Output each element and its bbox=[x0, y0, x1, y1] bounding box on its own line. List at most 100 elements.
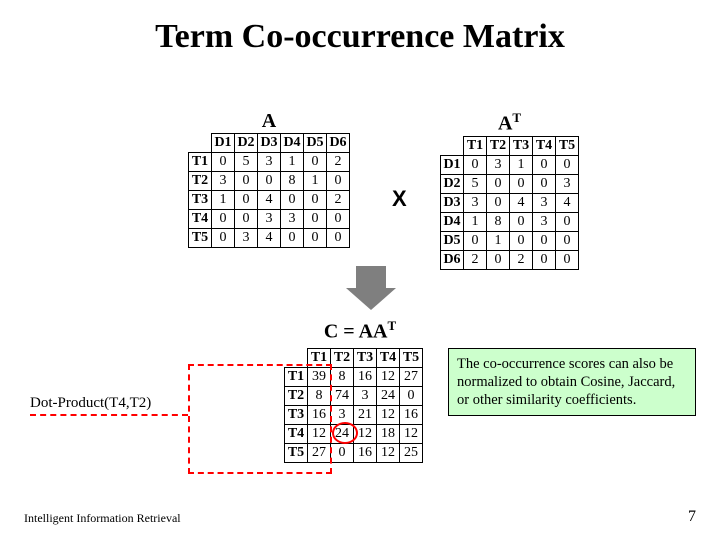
matrix-a-cell: 3 bbox=[258, 210, 281, 229]
matrix-at-row-header: D6 bbox=[441, 250, 464, 269]
matrix-a-cell: 1 bbox=[281, 153, 304, 172]
matrix-at-cell: 0 bbox=[533, 155, 556, 174]
matrix-a-cell: 0 bbox=[235, 191, 258, 210]
matrix-at-cell: 0 bbox=[487, 174, 510, 193]
matrix-c-cell: 21 bbox=[354, 406, 377, 425]
matrix-at-cell: 0 bbox=[533, 174, 556, 193]
slide: Term Co-occurrence Matrix A D1D2D3D4D5D6… bbox=[0, 0, 720, 540]
matrix-c-cell: 18 bbox=[377, 425, 400, 444]
matrix-c-row-header: T3 bbox=[285, 406, 308, 425]
matrix-at-cell: 0 bbox=[464, 155, 487, 174]
matrix-at-cell: 1 bbox=[487, 231, 510, 250]
matrix-at-row-header: D3 bbox=[441, 193, 464, 212]
matrix-at-cell: 4 bbox=[510, 193, 533, 212]
matrix-a-cell: 0 bbox=[304, 191, 327, 210]
matrix-at-cell: 1 bbox=[510, 155, 533, 174]
matrix-at-cell: 0 bbox=[533, 250, 556, 269]
matrix-a-cell: 8 bbox=[281, 172, 304, 191]
matrix-c-col-header: T1 bbox=[308, 349, 331, 368]
matrix-at-col-header: T4 bbox=[533, 136, 556, 155]
matrix-c-cell: 24 bbox=[377, 387, 400, 406]
matrix-at-cell: 0 bbox=[510, 231, 533, 250]
matrix-c-cell: 12 bbox=[377, 368, 400, 387]
matrix-c-label: C = AAT bbox=[0, 318, 720, 344]
matrix-at-table: T1T2T3T4T5D103100D250003D330434D418030D5… bbox=[440, 136, 579, 270]
matrix-a-cell: 3 bbox=[258, 153, 281, 172]
matrix-at-cell: 0 bbox=[533, 231, 556, 250]
matrix-at-cell: 3 bbox=[487, 155, 510, 174]
dot-product-connector bbox=[30, 414, 188, 416]
matrix-a-cell: 3 bbox=[212, 172, 235, 191]
note-box: The co-occurrence scores can also be nor… bbox=[448, 348, 696, 416]
matrix-a-cell: 0 bbox=[258, 172, 281, 191]
matrix-a-col-header: D4 bbox=[281, 134, 304, 153]
matrix-at-cell: 0 bbox=[510, 212, 533, 231]
matrix-at-row-header: D2 bbox=[441, 174, 464, 193]
matrix-a-cell: 2 bbox=[327, 191, 350, 210]
matrix-a-row-header: T4 bbox=[189, 210, 212, 229]
matrix-c-cell: 25 bbox=[400, 444, 423, 463]
matrix-c-corner bbox=[285, 349, 308, 368]
matrix-at-corner bbox=[441, 136, 464, 155]
matrix-at-cell: 3 bbox=[464, 193, 487, 212]
matrix-c-col-header: T5 bbox=[400, 349, 423, 368]
matrix-a-cell: 0 bbox=[235, 172, 258, 191]
down-arrow-icon bbox=[346, 266, 396, 310]
matrix-at-col-header: T1 bbox=[464, 136, 487, 155]
matrix-a-row-header: T3 bbox=[189, 191, 212, 210]
matrix-c-col-header: T4 bbox=[377, 349, 400, 368]
footer-left: Intelligent Information Retrieval bbox=[24, 511, 181, 526]
matrix-a-cell: 0 bbox=[212, 153, 235, 172]
matrix-a-cell: 0 bbox=[304, 153, 327, 172]
matrix-a-cell: 0 bbox=[281, 191, 304, 210]
matrix-at-cell: 4 bbox=[556, 193, 579, 212]
matrix-at-row-header: D5 bbox=[441, 231, 464, 250]
matrix-c-row-header: T5 bbox=[285, 444, 308, 463]
matrix-a-cell: 0 bbox=[281, 229, 304, 248]
matrix-a-row-header: T1 bbox=[189, 153, 212, 172]
matrix-a-cell: 0 bbox=[212, 229, 235, 248]
matrix-a-row-header: T2 bbox=[189, 172, 212, 191]
matrix-at-cell: 1 bbox=[464, 212, 487, 231]
matrix-c-cell: 8 bbox=[308, 387, 331, 406]
matrix-a-block: A D1D2D3D4D5D6T1053102T2300810T3104002T4… bbox=[188, 110, 350, 248]
matrix-at-cell: 3 bbox=[533, 193, 556, 212]
matrix-a-label: A bbox=[188, 110, 350, 133]
matrix-c-cell: 12 bbox=[400, 425, 423, 444]
matrix-c-cell: 16 bbox=[400, 406, 423, 425]
matrix-a-cell: 0 bbox=[327, 229, 350, 248]
matrix-a-col-header: D6 bbox=[327, 134, 350, 153]
matrix-at-cell: 0 bbox=[556, 250, 579, 269]
matrix-at-cell: 2 bbox=[510, 250, 533, 269]
matrix-a-cell: 3 bbox=[235, 229, 258, 248]
matrix-a-cell: 5 bbox=[235, 153, 258, 172]
matrix-c-cell: 39 bbox=[308, 368, 331, 387]
matrix-c-table: T1T2T3T4T5T1398161227T28743240T316321121… bbox=[284, 348, 423, 463]
slide-title: Term Co-occurrence Matrix bbox=[0, 18, 720, 56]
matrix-a-cell: 2 bbox=[327, 153, 350, 172]
matrix-c-cell: 27 bbox=[308, 444, 331, 463]
matrix-at-cell: 0 bbox=[487, 193, 510, 212]
matrix-a-cell: 3 bbox=[281, 210, 304, 229]
matrix-at-cell: 0 bbox=[556, 155, 579, 174]
matrix-a-cell: 0 bbox=[235, 210, 258, 229]
dot-product-label: Dot-Product(T4,T2) bbox=[30, 395, 151, 412]
matrix-a-corner bbox=[189, 134, 212, 153]
matrix-a-cell: 4 bbox=[258, 191, 281, 210]
matrix-at-cell: 2 bbox=[464, 250, 487, 269]
matrix-at-cell: 0 bbox=[556, 231, 579, 250]
matrix-c-cell: 8 bbox=[331, 368, 354, 387]
matrix-at-cell: 0 bbox=[487, 250, 510, 269]
matrix-a-row-header: T5 bbox=[189, 229, 212, 248]
matrix-c-col-header: T3 bbox=[354, 349, 377, 368]
matrix-a-col-header: D2 bbox=[235, 134, 258, 153]
matrix-at-col-header: T5 bbox=[556, 136, 579, 155]
matrix-c-cell: 12 bbox=[354, 425, 377, 444]
matrix-c-row-header: T4 bbox=[285, 425, 308, 444]
matrix-a-cell: 0 bbox=[304, 210, 327, 229]
matrix-c-block: T1T2T3T4T5T1398161227T28743240T316321121… bbox=[284, 348, 423, 463]
matrix-c-row-header: T1 bbox=[285, 368, 308, 387]
matrix-c-cell: 16 bbox=[308, 406, 331, 425]
matrix-at-col-header: T3 bbox=[510, 136, 533, 155]
matrix-c-cell: 0 bbox=[400, 387, 423, 406]
